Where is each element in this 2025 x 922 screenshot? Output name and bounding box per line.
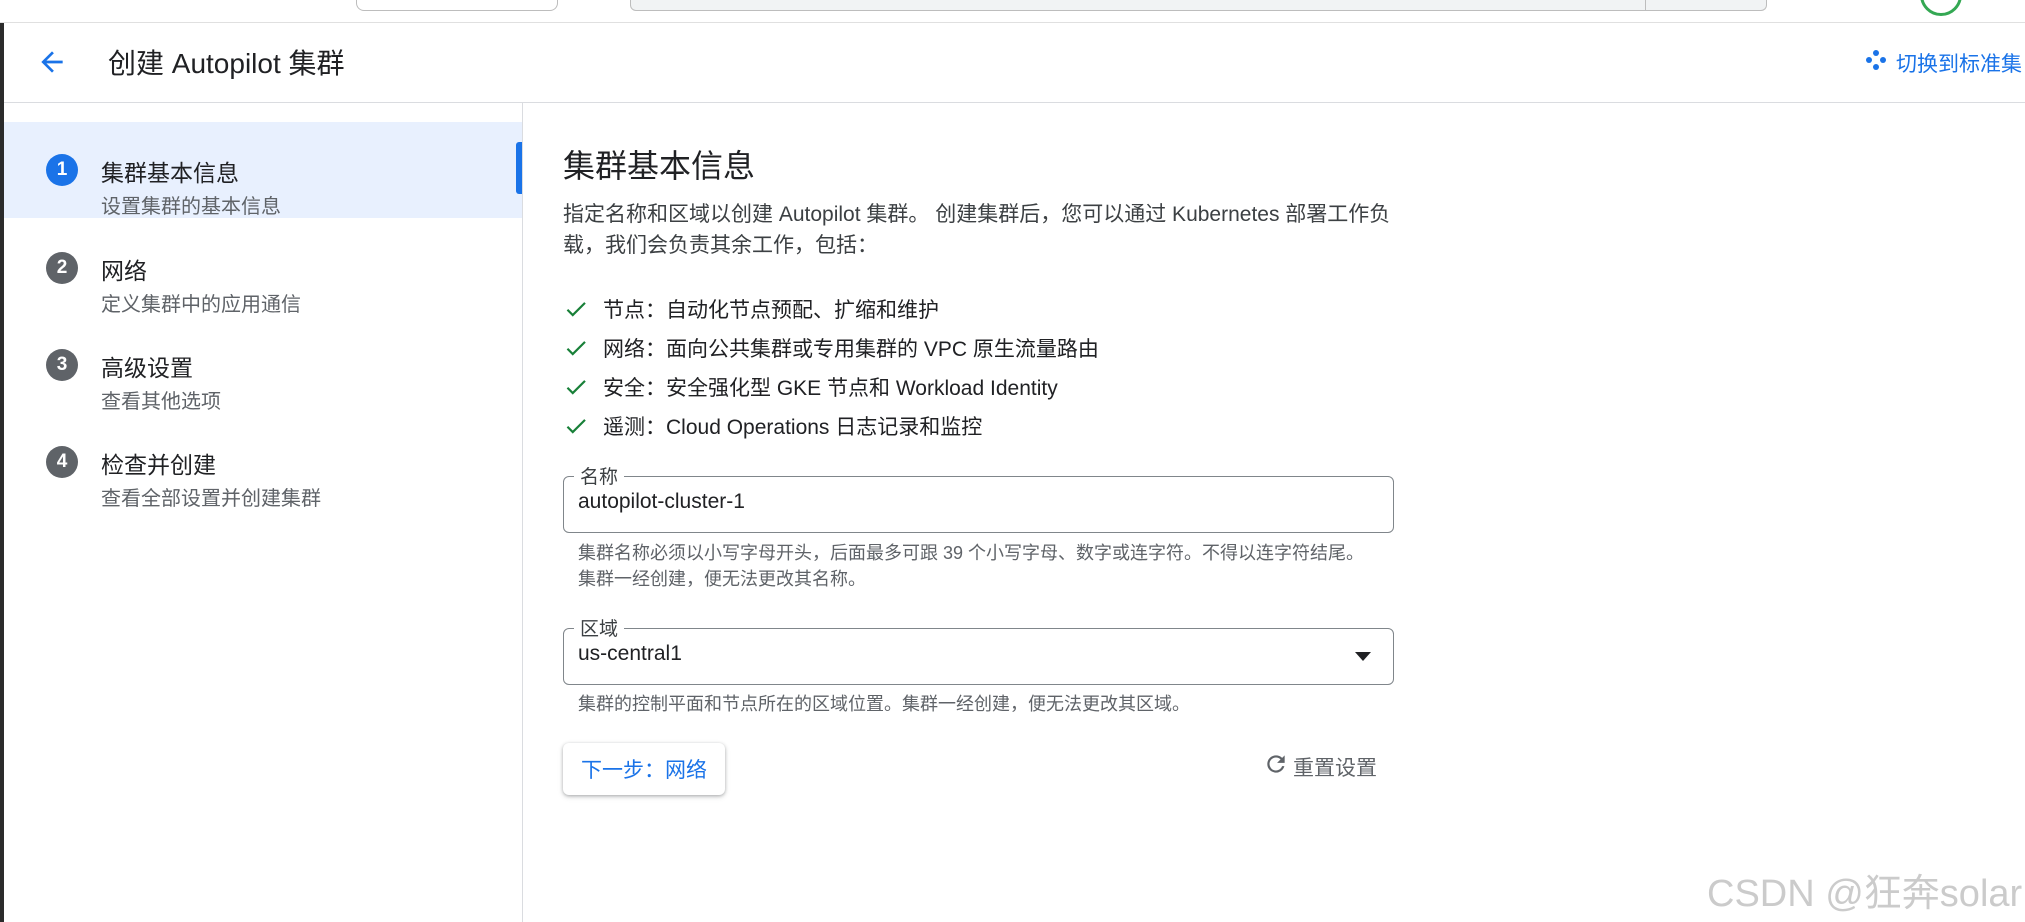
caret-down-icon[interactable] bbox=[1355, 652, 1371, 661]
page-title: 创建 Autopilot 集群 bbox=[108, 48, 345, 79]
page-header: 创建 Autopilot 集群 切换到标准集 bbox=[4, 22, 2025, 103]
feature-text: 网络：面向公共集群或专用集群的 VPC 原生流量路由 bbox=[603, 337, 1099, 361]
feature-item: 节点：自动化节点预配、扩缩和维护 bbox=[563, 289, 939, 328]
name-field-value[interactable]: autopilot-cluster-1 bbox=[578, 490, 745, 514]
region-field-value: us-central1 bbox=[578, 642, 682, 665]
refresh-icon bbox=[1263, 751, 1289, 783]
back-button[interactable] bbox=[32, 44, 72, 84]
step-advanced-settings[interactable]: 3 高级设置 查看其他选项 bbox=[4, 317, 522, 413]
name-field-label: 名称 bbox=[574, 462, 625, 489]
name-field-hint: 集群名称必须以小写字母开头，后面最多可跟 39 个小写字母、数字或连字符。不得以… bbox=[578, 543, 1365, 589]
feature-text: 遥测：Cloud Operations 日志记录和监控 bbox=[603, 415, 983, 439]
reset-label: 重置设置 bbox=[1293, 757, 1377, 780]
browser-tab[interactable] bbox=[356, 0, 558, 11]
switch-link-label: 切换到标准集 bbox=[1896, 53, 2022, 76]
step-subtitle: 查看其他选项 bbox=[101, 391, 221, 413]
cluster-name-field[interactable]: 名称 autopilot-cluster-1 bbox=[563, 462, 1394, 533]
switch-to-standard-link[interactable]: 切换到标准集 bbox=[1864, 48, 2022, 78]
feature-text: 安全：安全强化型 GKE 节点和 Workload Identity bbox=[603, 376, 1058, 400]
active-step-indicator bbox=[516, 142, 522, 194]
step-title: 检查并创建 bbox=[101, 452, 216, 478]
step-number-badge: 1 bbox=[46, 154, 78, 186]
feature-text: 节点：自动化节点预配、扩缩和维护 bbox=[603, 298, 939, 322]
csdn-watermark: CSDN @狂奔solar bbox=[1707, 873, 2023, 915]
browser-top-strip bbox=[0, 0, 2025, 23]
arrow-back-icon bbox=[36, 46, 68, 83]
section-description: 指定名称和区域以创建 Autopilot 集群。 创建集群后，您可以通过 Kub… bbox=[563, 203, 1391, 257]
checkmark-icon bbox=[563, 296, 589, 322]
region-select[interactable]: 区域 us-central1 bbox=[563, 614, 1394, 685]
checkmark-icon bbox=[563, 374, 589, 400]
step-number-badge: 4 bbox=[46, 446, 78, 478]
step-title: 高级设置 bbox=[101, 355, 193, 381]
step-number-badge: 3 bbox=[46, 349, 78, 381]
address-bar-divider bbox=[1645, 0, 1646, 10]
stepper-sidebar: 1 集群基本信息 设置集群的基本信息 2 网络 定义集群中的应用通信 3 高级设… bbox=[4, 103, 523, 922]
section-title: 集群基本信息 bbox=[563, 148, 756, 184]
step-review-create[interactable]: 4 检查并创建 查看全部设置并创建集群 bbox=[4, 414, 522, 510]
step-subtitle: 定义集群中的应用通信 bbox=[101, 294, 301, 316]
feature-item: 遥测：Cloud Operations 日志记录和监控 bbox=[563, 406, 982, 445]
checkmark-icon bbox=[563, 413, 589, 439]
feature-item: 网络：面向公共集群或专用集群的 VPC 原生流量路由 bbox=[563, 328, 1099, 367]
feature-item: 安全：安全强化型 GKE 节点和 Workload Identity bbox=[563, 367, 1058, 406]
next-network-button[interactable]: 下一步：网络 bbox=[563, 743, 725, 795]
region-field-hint: 集群的控制平面和节点所在的区域位置。集群一经创建，便无法更改其区域。 bbox=[578, 694, 1190, 714]
step-subtitle: 查看全部设置并创建集群 bbox=[101, 488, 321, 510]
checkmark-icon bbox=[563, 335, 589, 361]
step-title: 集群基本信息 bbox=[101, 160, 239, 186]
step-number-badge: 2 bbox=[46, 252, 78, 284]
profile-avatar[interactable] bbox=[1920, 0, 1962, 16]
region-field-label: 区域 bbox=[574, 614, 625, 641]
step-title: 网络 bbox=[101, 258, 147, 284]
step-network[interactable]: 2 网络 定义集群中的应用通信 bbox=[4, 220, 522, 316]
browser-address-bar[interactable] bbox=[630, 0, 1767, 11]
step-basic-info[interactable]: 1 集群基本信息 设置集群的基本信息 bbox=[4, 122, 522, 218]
reset-settings-button[interactable]: 重置设置 bbox=[1263, 751, 1377, 783]
step-subtitle: 设置集群的基本信息 bbox=[101, 196, 281, 218]
dots-cluster-icon bbox=[1864, 48, 1888, 78]
